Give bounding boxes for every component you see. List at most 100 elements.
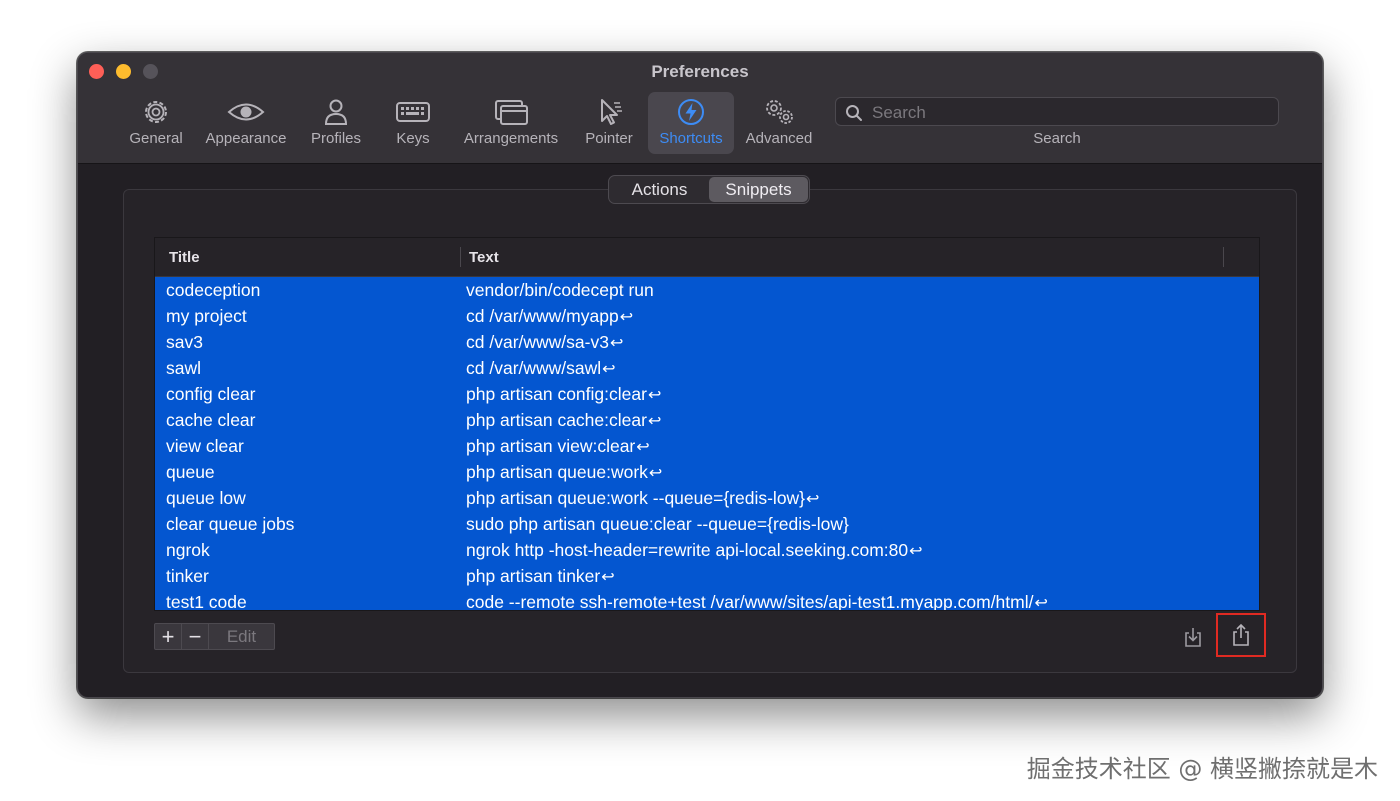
snippet-text: cd /var/www/myapp↩ xyxy=(466,306,633,327)
snippet-text-value: vendor/bin/codecept run xyxy=(466,280,654,300)
toolbar-label: Keys xyxy=(396,130,430,147)
snippet-button-group: + − Edit xyxy=(154,623,275,650)
snippet-text: php artisan view:clear↩ xyxy=(466,436,650,457)
return-icon: ↩ xyxy=(1034,595,1048,611)
titlebar: Preferences General Appearance Profiles … xyxy=(78,53,1322,164)
snippet-text-value: php artisan queue:work --queue={redis-lo… xyxy=(466,488,806,508)
snippet-title: sawl xyxy=(166,358,202,378)
toolbar-label: Advanced xyxy=(745,130,813,147)
toolbar-label: Profiles xyxy=(310,130,362,147)
return-icon: ↩ xyxy=(647,387,662,404)
tab-snippets[interactable]: Snippets xyxy=(709,177,808,202)
snippet-text-value: cd /var/www/sa-v3 xyxy=(466,332,609,352)
segmented-control: Actions Snippets xyxy=(608,175,810,204)
table-row[interactable]: queue php artisan queue:work↩ xyxy=(155,459,1259,485)
toolbar-item-profiles[interactable]: Profiles xyxy=(304,92,368,154)
table-body: codeception vendor/bin/codecept run my pro… xyxy=(155,277,1259,611)
table-row[interactable]: sawl cd /var/www/sawl↩ xyxy=(155,355,1259,381)
edit-snippet-button[interactable]: Edit xyxy=(209,624,274,649)
snippet-title: tinker xyxy=(166,566,209,586)
tab-actions[interactable]: Actions xyxy=(610,177,709,202)
snippet-text-value: php artisan config:clear xyxy=(466,384,647,404)
table-row[interactable]: my project cd /var/www/myapp↩ xyxy=(155,303,1259,329)
table-row[interactable]: config clear php artisan config:clear↩ xyxy=(155,381,1259,407)
preferences-window: Preferences General Appearance Profiles … xyxy=(77,52,1323,698)
column-header-title[interactable]: Title xyxy=(169,249,200,266)
search-input[interactable] xyxy=(870,100,1264,125)
column-header-text[interactable]: Text xyxy=(469,249,499,266)
export-button[interactable] xyxy=(1216,613,1266,657)
cursor-icon xyxy=(601,99,622,125)
return-icon: ↩ xyxy=(647,413,662,430)
toolbar-label: Shortcuts xyxy=(659,130,723,147)
snippet-text: php artisan tinker↩ xyxy=(466,566,615,587)
snippet-title: codeception xyxy=(166,280,261,300)
toolbar-label: Appearance xyxy=(205,130,287,147)
snippet-text: php artisan queue:work --queue={redis-lo… xyxy=(466,488,819,509)
snippet-text-value: php artisan cache:clear xyxy=(466,410,647,430)
table-row[interactable]: queue low php artisan queue:work --queue=… xyxy=(155,485,1259,511)
share-icon xyxy=(1233,623,1249,646)
toolbar-item-shortcuts[interactable]: Shortcuts xyxy=(648,92,734,154)
keyboard-icon xyxy=(396,102,430,122)
snippet-text: php artisan config:clear↩ xyxy=(466,384,661,405)
table-row[interactable]: ngrok ngrok http -host-header=rewrite api… xyxy=(155,537,1259,563)
snippet-title: my project xyxy=(166,306,247,326)
import-button[interactable] xyxy=(1173,617,1213,657)
search-field[interactable] xyxy=(835,97,1279,126)
gears-icon xyxy=(766,100,793,124)
import-icon xyxy=(1185,628,1201,647)
snippet-title: sav3 xyxy=(166,332,203,352)
add-snippet-button[interactable]: + xyxy=(155,624,182,649)
person-icon xyxy=(324,99,348,125)
snippet-text-value: php artisan queue:work xyxy=(466,462,648,482)
snippet-text: sudo php artisan queue:clear --queue={re… xyxy=(466,514,850,535)
snippet-text-value: php artisan view:clear xyxy=(466,436,636,456)
toolbar-item-pointer[interactable]: Pointer xyxy=(578,92,640,154)
snippets-table: Title Text codeception vendor/bin/codecep… xyxy=(154,237,1260,611)
table-row[interactable]: cache clear php artisan cache:clear↩ xyxy=(155,407,1259,433)
search-icon xyxy=(846,105,862,121)
window-title: Preferences xyxy=(651,62,749,81)
table-row[interactable]: clear queue jobs sudo php artisan queue:c… xyxy=(155,511,1259,537)
snippet-text: ngrok http -host-header=rewrite api-loca… xyxy=(466,540,923,561)
snippet-text-value: cd /var/www/sawl xyxy=(466,358,602,378)
column-divider xyxy=(1223,247,1224,267)
snippet-text-value: cd /var/www/myapp xyxy=(466,306,619,326)
toolbar-item-general[interactable]: General xyxy=(124,92,188,154)
snippet-text-value: sudo php artisan queue:clear --queue={re… xyxy=(466,514,849,534)
table-row[interactable]: tinker php artisan tinker↩ xyxy=(155,563,1259,589)
snippet-text: vendor/bin/codecept run xyxy=(466,280,655,301)
column-divider xyxy=(460,247,461,267)
return-icon: ↩ xyxy=(602,361,616,378)
toolbar-item-arrangements[interactable]: Arrangements xyxy=(458,92,564,154)
snippet-title: ngrok xyxy=(166,540,210,560)
snippet-text-value: ngrok http -host-header=rewrite api-loca… xyxy=(466,540,909,560)
return-icon: ↩ xyxy=(648,465,663,482)
return-icon: ↩ xyxy=(636,439,650,456)
snippet-title: config clear xyxy=(166,384,256,404)
toolbar-item-advanced[interactable]: Advanced xyxy=(742,92,816,154)
snippet-title: clear queue jobs xyxy=(166,514,295,534)
snippet-title: queue low xyxy=(166,488,246,508)
snippet-text-value: php artisan tinker xyxy=(466,566,601,586)
snippet-title: view clear xyxy=(166,436,244,456)
table-row[interactable]: view clear php artisan view:clear↩ xyxy=(155,433,1259,459)
table-row[interactable]: codeception vendor/bin/codecept run xyxy=(155,277,1259,303)
remove-snippet-button[interactable]: − xyxy=(182,624,209,649)
snippet-text: cd /var/www/sawl↩ xyxy=(466,358,616,379)
table-header: Title Text xyxy=(155,238,1259,277)
snippet-title: cache clear xyxy=(166,410,256,430)
toolbar-item-appearance[interactable]: Appearance xyxy=(200,92,292,154)
snippet-title: queue xyxy=(166,462,215,482)
snippet-text: cd /var/www/sa-v3↩ xyxy=(466,332,623,353)
return-icon: ↩ xyxy=(806,491,820,508)
snippet-text: code --remote ssh-remote+test /var/www/s… xyxy=(466,592,1048,611)
toolbar-label: Pointer xyxy=(585,130,633,147)
windows-icon xyxy=(495,100,528,125)
return-icon: ↩ xyxy=(619,309,634,326)
table-row[interactable]: sav3 cd /var/www/sa-v3↩ xyxy=(155,329,1259,355)
toolbar-item-keys[interactable]: Keys xyxy=(382,92,444,154)
table-row[interactable]: test1 code code --remote ssh-remote+test … xyxy=(155,589,1259,611)
snippet-text: php artisan cache:clear↩ xyxy=(466,410,661,431)
